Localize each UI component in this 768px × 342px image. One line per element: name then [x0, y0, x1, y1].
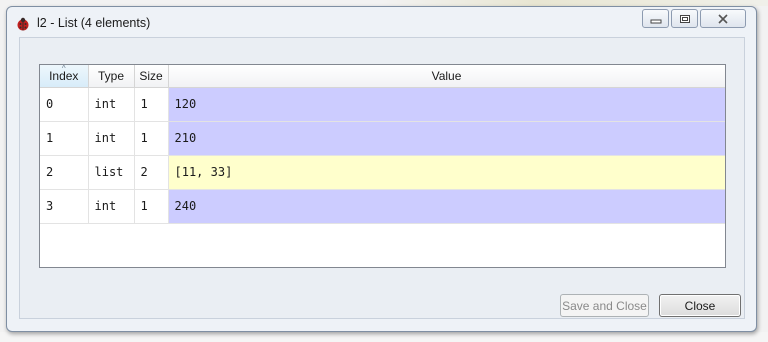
window-controls [642, 9, 746, 28]
cell-type[interactable]: int [88, 121, 135, 156]
minimize-button[interactable] [642, 9, 669, 28]
background-window-bottom [0, 332, 768, 342]
cell-size[interactable]: 1 [134, 189, 169, 224]
cell-index[interactable]: 0 [40, 87, 89, 122]
table-row[interactable]: 2 list 2 [11, 33] [40, 155, 725, 190]
table-row[interactable]: 3 int 1 240 [40, 189, 725, 224]
table-row[interactable]: 0 int 1 120 [40, 87, 725, 122]
column-header-label: Size [139, 68, 163, 83]
cell-size[interactable]: 1 [134, 87, 169, 122]
column-header-type[interactable]: Type [88, 65, 135, 88]
cell-value[interactable]: 240 [168, 189, 725, 224]
close-icon [718, 13, 728, 24]
cell-size[interactable]: 2 [134, 155, 169, 190]
list-viewer-window: l2 - List (4 elements) ^ Index Type Size… [6, 6, 757, 332]
column-header-size[interactable]: Size [134, 65, 169, 88]
maximize-button[interactable] [671, 9, 698, 28]
close-window-button[interactable] [700, 9, 746, 28]
cell-type[interactable]: int [88, 87, 135, 122]
window-title: l2 - List (4 elements) [37, 16, 151, 30]
cell-size[interactable]: 1 [134, 121, 169, 156]
title-bar[interactable]: l2 - List (4 elements) [7, 7, 756, 37]
cell-index[interactable]: 1 [40, 121, 89, 156]
column-header-label: Value [431, 68, 462, 83]
minimize-icon [650, 19, 661, 23]
save-and-close-button[interactable]: Save and Close [560, 294, 649, 317]
ladybug-icon [17, 17, 29, 31]
cell-value[interactable]: 120 [168, 87, 725, 122]
column-header-label: Type [97, 68, 124, 83]
cell-type[interactable]: list [88, 155, 135, 190]
cell-type[interactable]: int [88, 189, 135, 224]
cell-index[interactable]: 2 [40, 155, 89, 190]
column-header-index[interactable]: ^ Index [40, 64, 89, 88]
list-table-frame[interactable]: ^ Index Type Size Value 0 int 1 120 1 in… [39, 64, 726, 268]
close-button[interactable]: Close [659, 294, 741, 317]
list-table: ^ Index Type Size Value 0 int 1 120 1 in… [40, 64, 725, 224]
sort-ascending-icon: ^ [61, 64, 66, 73]
dialog-content: ^ Index Type Size Value 0 int 1 120 1 in… [19, 37, 745, 319]
cell-value[interactable]: 210 [168, 121, 725, 156]
table-row[interactable]: 1 int 1 210 [40, 121, 725, 156]
column-header-value[interactable]: Value [168, 65, 725, 88]
table-header-row: ^ Index Type Size Value [40, 64, 725, 88]
maximize-icon [679, 14, 690, 23]
cell-index[interactable]: 3 [40, 189, 89, 224]
cell-value[interactable]: [11, 33] [168, 155, 725, 190]
